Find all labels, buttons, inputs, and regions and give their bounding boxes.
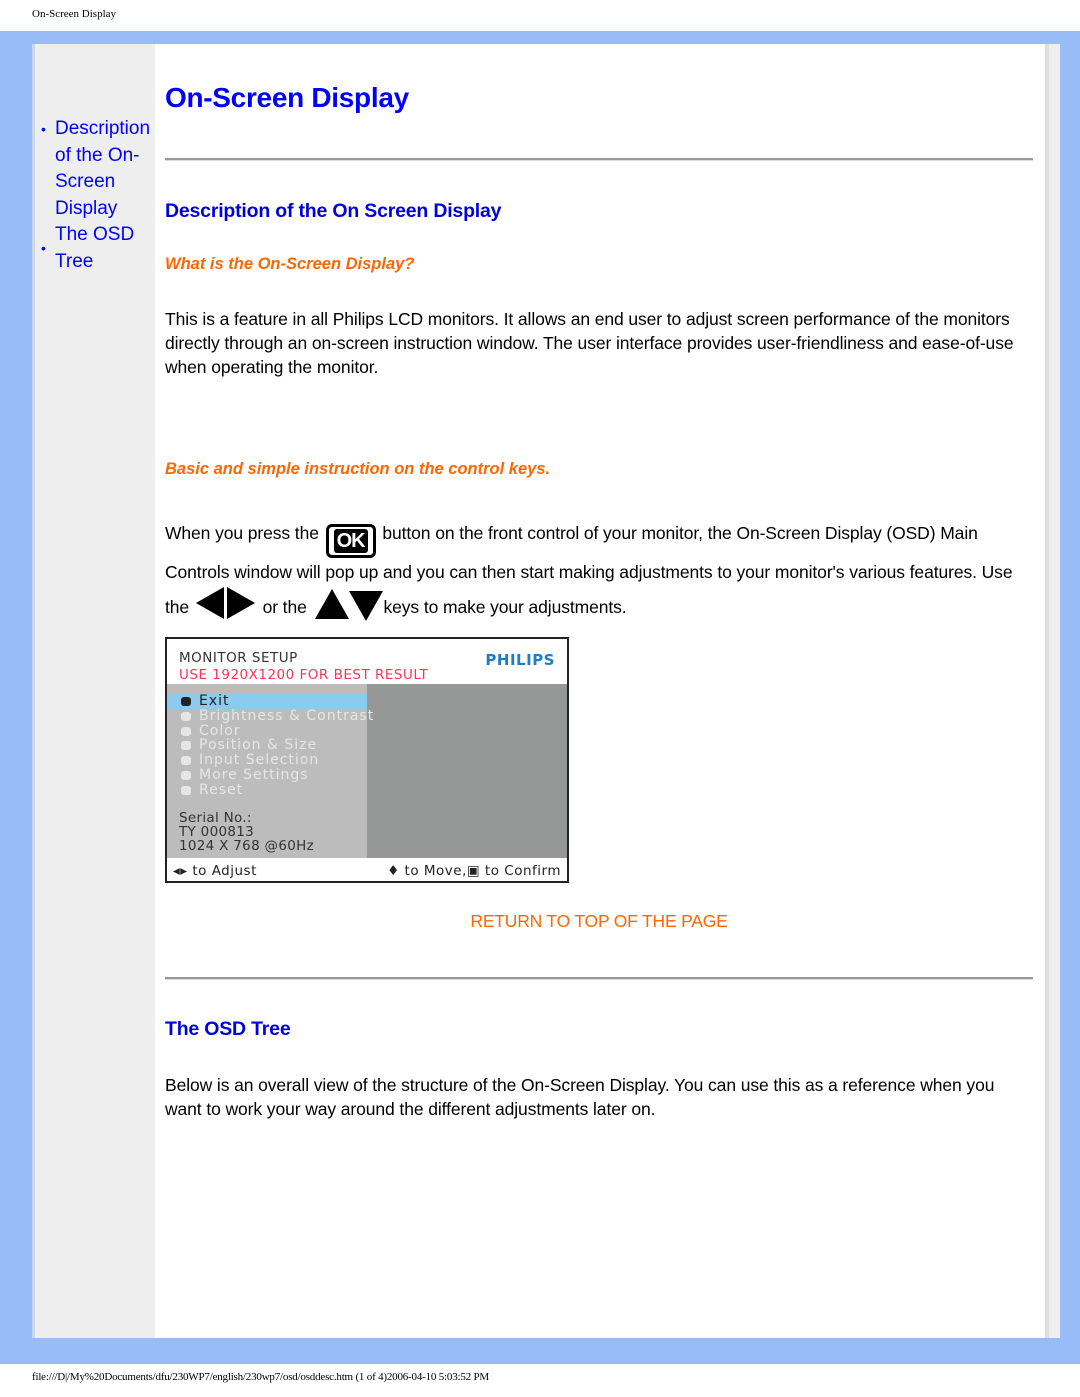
input-icon: [181, 756, 191, 766]
text-fragment: or the: [262, 597, 307, 617]
osd-header: MONITOR SETUP: [179, 650, 298, 666]
scrollbar[interactable]: [1045, 44, 1060, 1338]
serial-label: Serial No.:: [179, 810, 252, 826]
osd-menu-item-input: Input Selection: [167, 753, 367, 768]
return-to-top-link[interactable]: RETURN TO TOP OF THE PAGE: [165, 911, 1033, 932]
osd-footer: ◂▸ to Adjust ♦ to Move,▣ to Confirm: [167, 858, 567, 881]
osd-menu-item-settings: More Settings: [167, 768, 367, 783]
osd-menu-label: Position & Size: [199, 737, 318, 754]
osd-screenshot: MONITOR SETUP USE 1920X1200 FOR BEST RES…: [165, 637, 569, 883]
up-arrow-icon: [315, 589, 350, 619]
sidebar-item-label[interactable]: The OSD Tree: [55, 224, 134, 272]
osd-menu: Exit Brightness & Contrast Color Positio…: [167, 694, 373, 798]
page-title: On-Screen Display: [165, 82, 409, 113]
osd-preview-pane: [367, 684, 567, 858]
osd-footer-move-confirm: ♦ to Move,▣ to Confirm: [387, 863, 561, 879]
osd-serial-info: Serial No.: TY 000813 1024 X 768 @60Hz: [179, 811, 314, 853]
text-fragment: When you press the: [165, 523, 319, 543]
brightness-icon: [181, 711, 191, 721]
philips-logo: PHILIPS: [485, 651, 555, 669]
divider: [165, 977, 1033, 980]
text-fragment: keys to make your adjustments.: [383, 597, 627, 617]
bullet-icon: •: [41, 121, 46, 137]
ok-key-icon: OK: [325, 524, 376, 558]
down-arrow-icon: [349, 591, 384, 621]
osd-tree-paragraph: Below is an overall view of the structur…: [165, 1075, 995, 1119]
reset-icon: [181, 785, 191, 795]
print-footer: file:///D|/My%20Documents/dfu/230WP7/eng…: [32, 1371, 489, 1383]
resolution: 1024 X 768 @60Hz: [179, 838, 314, 854]
intro-paragraph: This is a feature in all Philips LCD mon…: [165, 309, 1014, 377]
osd-menu-item-exit: Exit: [167, 694, 367, 709]
color-icon: [181, 726, 191, 736]
osd-menu-label: Color: [199, 722, 241, 739]
osd-subheader: USE 1920X1200 FOR BEST RESULT: [179, 667, 429, 683]
print-header: On-Screen Display: [32, 8, 117, 20]
left-arrow-icon: [195, 587, 224, 619]
osd-body: Exit Brightness & Contrast Color Positio…: [167, 684, 567, 858]
sidebar-item-osd-tree[interactable]: • The OSD Tree: [39, 222, 157, 275]
subheading-control-keys: Basic and simple instruction on the cont…: [165, 460, 551, 478]
serial-value: TY 000813: [179, 824, 255, 840]
osd-menu-label: Reset: [199, 781, 244, 798]
section-heading-description: Description of the On Screen Display: [165, 200, 502, 222]
osd-menu-label: Input Selection: [199, 752, 320, 769]
exit-icon: [181, 697, 191, 706]
position-icon: [181, 741, 191, 751]
subheading-what-is-osd: What is the On-Screen Display?: [165, 255, 415, 273]
bullet-icon: •: [41, 240, 46, 256]
sidebar-nav: • Description of the On-Screen Display •…: [39, 116, 157, 275]
sidebar-item-label[interactable]: Description of the On-Screen Display: [55, 118, 150, 219]
section-heading-osd-tree: The OSD Tree: [165, 1018, 291, 1040]
sidebar-item-description[interactable]: • Description of the On-Screen Display: [39, 116, 157, 222]
control-keys-paragraph: When you press the OK button on the fron…: [165, 519, 1033, 622]
ok-key-label: OK: [333, 529, 368, 553]
osd-menu-item-brightness: Brightness & Contrast: [167, 708, 373, 724]
right-arrow-icon: [226, 587, 255, 619]
settings-icon: [181, 770, 191, 780]
osd-menu-label: Brightness & Contrast: [199, 707, 375, 724]
osd-menu-item-position: Position & Size: [167, 738, 367, 753]
osd-menu-item-color: Color: [167, 722, 367, 739]
sidebar: • Description of the On-Screen Display •…: [32, 44, 155, 1338]
osd-menu-item-reset: Reset: [167, 781, 367, 798]
divider: [165, 158, 1033, 161]
osd-menu-label: Exit: [199, 693, 230, 709]
osd-menu-label: More Settings: [199, 766, 309, 783]
osd-footer-adjust: ◂▸ to Adjust: [173, 863, 257, 879]
